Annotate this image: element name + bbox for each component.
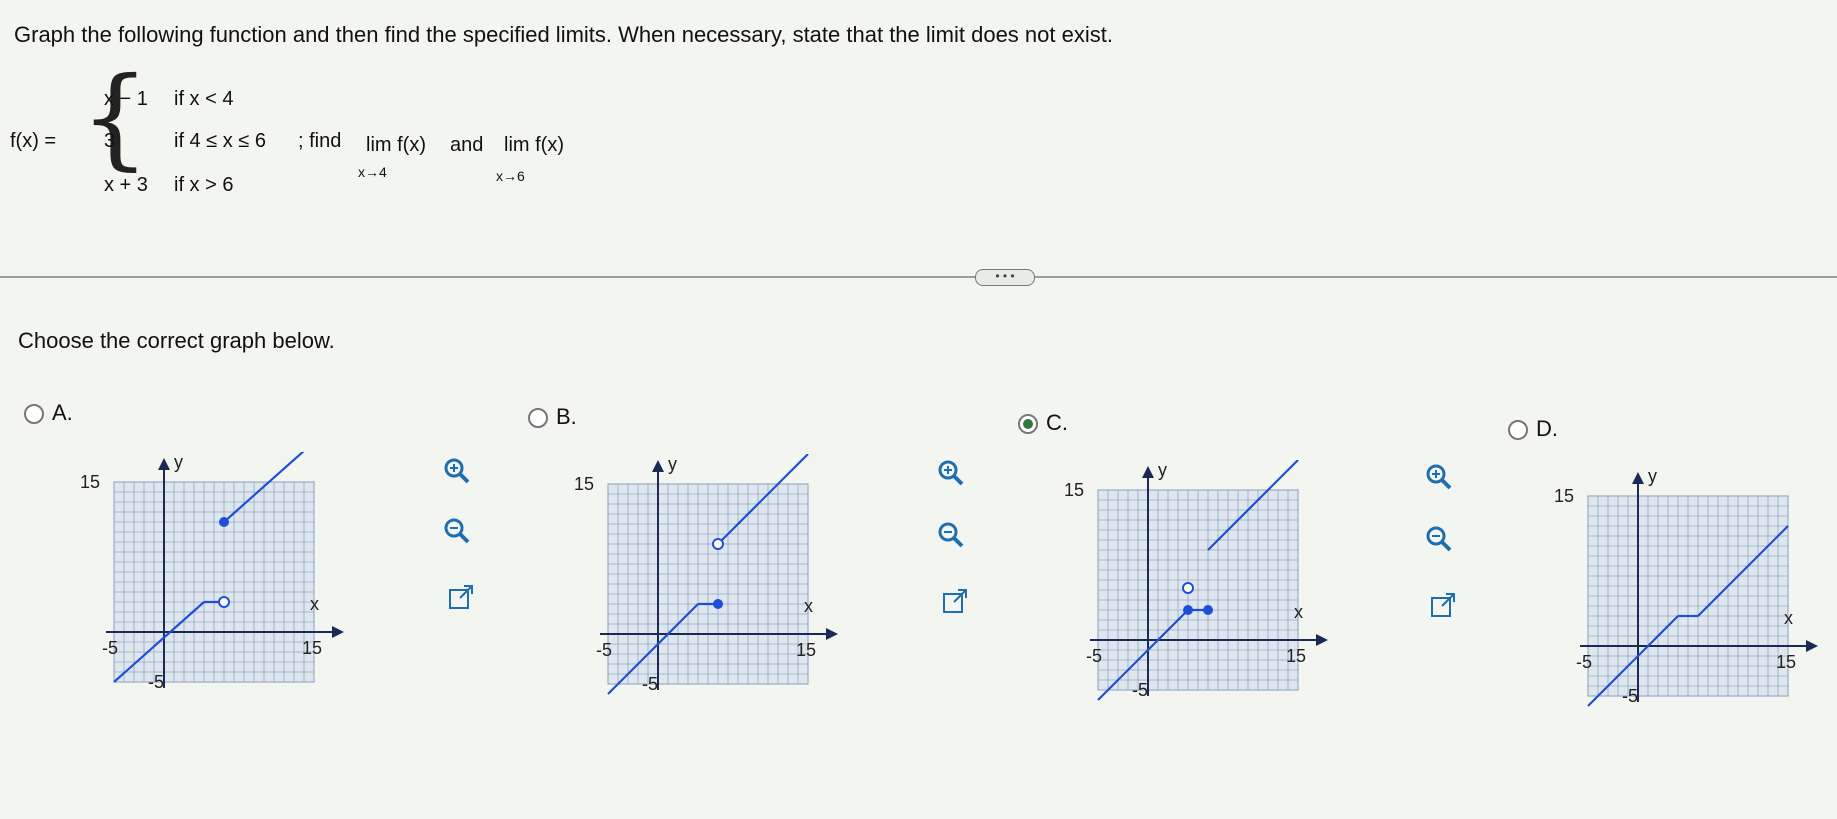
limit-1-subscript: x→4 — [358, 164, 387, 180]
open-point — [218, 596, 230, 608]
x-tick-right: 15 — [1286, 646, 1306, 666]
case-3-expr: x + 3 — [104, 174, 148, 196]
zoom-out-icon[interactable] — [1424, 524, 1454, 554]
open-new-window-icon[interactable] — [446, 582, 476, 612]
y-axis-arrow — [1632, 472, 1644, 484]
option-b-label: B. — [556, 404, 577, 429]
zoom-out-icon[interactable] — [442, 516, 472, 546]
y-tick-top: 15 — [1064, 480, 1084, 500]
case-3-cond: if x > 6 — [174, 174, 234, 196]
closed-point — [219, 517, 229, 527]
y-axis-label: y — [174, 452, 183, 472]
option-d-radio[interactable] — [1508, 420, 1528, 441]
option-c[interactable]: C. — [1018, 410, 1068, 436]
graph-b: y x 15 -5 -5 15 — [574, 454, 838, 695]
section-divider — [0, 276, 1837, 278]
x-tick-left: -5 — [1086, 646, 1102, 666]
x-axis-label: x — [1784, 608, 1793, 628]
y-tick-bottom: -5 — [1622, 686, 1638, 706]
limit-2-subscript: x→6 — [496, 168, 525, 184]
option-c-radio[interactable] — [1018, 414, 1038, 435]
function-label: f(x) = — [10, 130, 57, 152]
y-tick-top: 15 — [80, 472, 100, 492]
x-tick-left: -5 — [1576, 652, 1592, 672]
choose-instruction: Choose the correct graph below. — [18, 328, 335, 353]
closed-point — [1203, 605, 1213, 615]
option-c-label: C. — [1046, 410, 1068, 435]
open-new-window-icon[interactable] — [940, 586, 970, 616]
option-d-label: D. — [1536, 416, 1558, 441]
case-2-cond: if 4 ≤ x ≤ 6 — [174, 130, 266, 152]
open-point — [712, 538, 724, 550]
zoom-in-icon[interactable] — [936, 458, 966, 488]
y-tick-bottom: -5 — [1132, 680, 1148, 700]
case-1-cond: if x < 4 — [174, 88, 234, 110]
option-b-radio[interactable] — [528, 408, 548, 429]
x-axis-label: x — [310, 594, 319, 614]
y-tick-top: 15 — [574, 474, 594, 494]
closed-point — [1183, 605, 1193, 615]
case-1-expr: x − 1 — [104, 88, 148, 110]
and-text: and — [450, 134, 484, 156]
limit-1: lim f(x) — [366, 134, 426, 156]
graph-a: y x 15 -5 -5 15 — [80, 452, 344, 692]
y-axis-arrow — [652, 460, 664, 472]
x-axis-arrow — [1316, 634, 1328, 646]
zoom-in-icon[interactable] — [442, 456, 472, 486]
y-tick-bottom: -5 — [642, 674, 658, 694]
option-d[interactable]: D. — [1508, 416, 1558, 442]
graph-d: y x 15 -5 -5 15 — [1554, 466, 1818, 707]
y-axis-label: y — [1158, 460, 1167, 480]
find-text: ; find — [298, 130, 342, 152]
x-tick-right: 15 — [1776, 652, 1796, 672]
case-2-expr: 3 — [104, 130, 116, 152]
x-tick-left: -5 — [102, 638, 118, 658]
y-tick-bottom: -5 — [148, 672, 164, 692]
option-a-radio[interactable] — [24, 404, 44, 425]
option-a[interactable]: A. — [24, 400, 73, 426]
open-new-window-icon[interactable] — [1428, 590, 1458, 620]
y-axis-label: y — [668, 454, 677, 474]
y-axis-label: y — [1648, 466, 1657, 486]
closed-point — [713, 599, 723, 609]
x-axis-arrow — [1806, 640, 1818, 652]
x-tick-left: -5 — [596, 640, 612, 660]
option-b[interactable]: B. — [528, 404, 577, 430]
y-axis-arrow — [1142, 466, 1154, 478]
option-a-label: A. — [52, 400, 73, 425]
zoom-out-icon[interactable] — [936, 520, 966, 550]
zoom-in-icon[interactable] — [1424, 462, 1454, 492]
limit-2: lim f(x) — [504, 134, 564, 156]
x-axis-arrow — [332, 626, 344, 638]
piecewise-brace: { — [80, 53, 150, 181]
x-tick-right: 15 — [796, 640, 816, 660]
y-axis-arrow — [158, 458, 170, 470]
x-tick-right: 15 — [302, 638, 322, 658]
x-axis-label: x — [1294, 602, 1303, 622]
x-axis-arrow — [826, 628, 838, 640]
question-prompt: Graph the following function and then fi… — [14, 22, 1113, 47]
expand-handle[interactable]: • • • — [975, 269, 1035, 286]
x-axis-label: x — [804, 596, 813, 616]
y-tick-top: 15 — [1554, 486, 1574, 506]
open-point — [1182, 582, 1194, 594]
graph-c: y x 15 -5 -5 15 — [1064, 460, 1328, 701]
